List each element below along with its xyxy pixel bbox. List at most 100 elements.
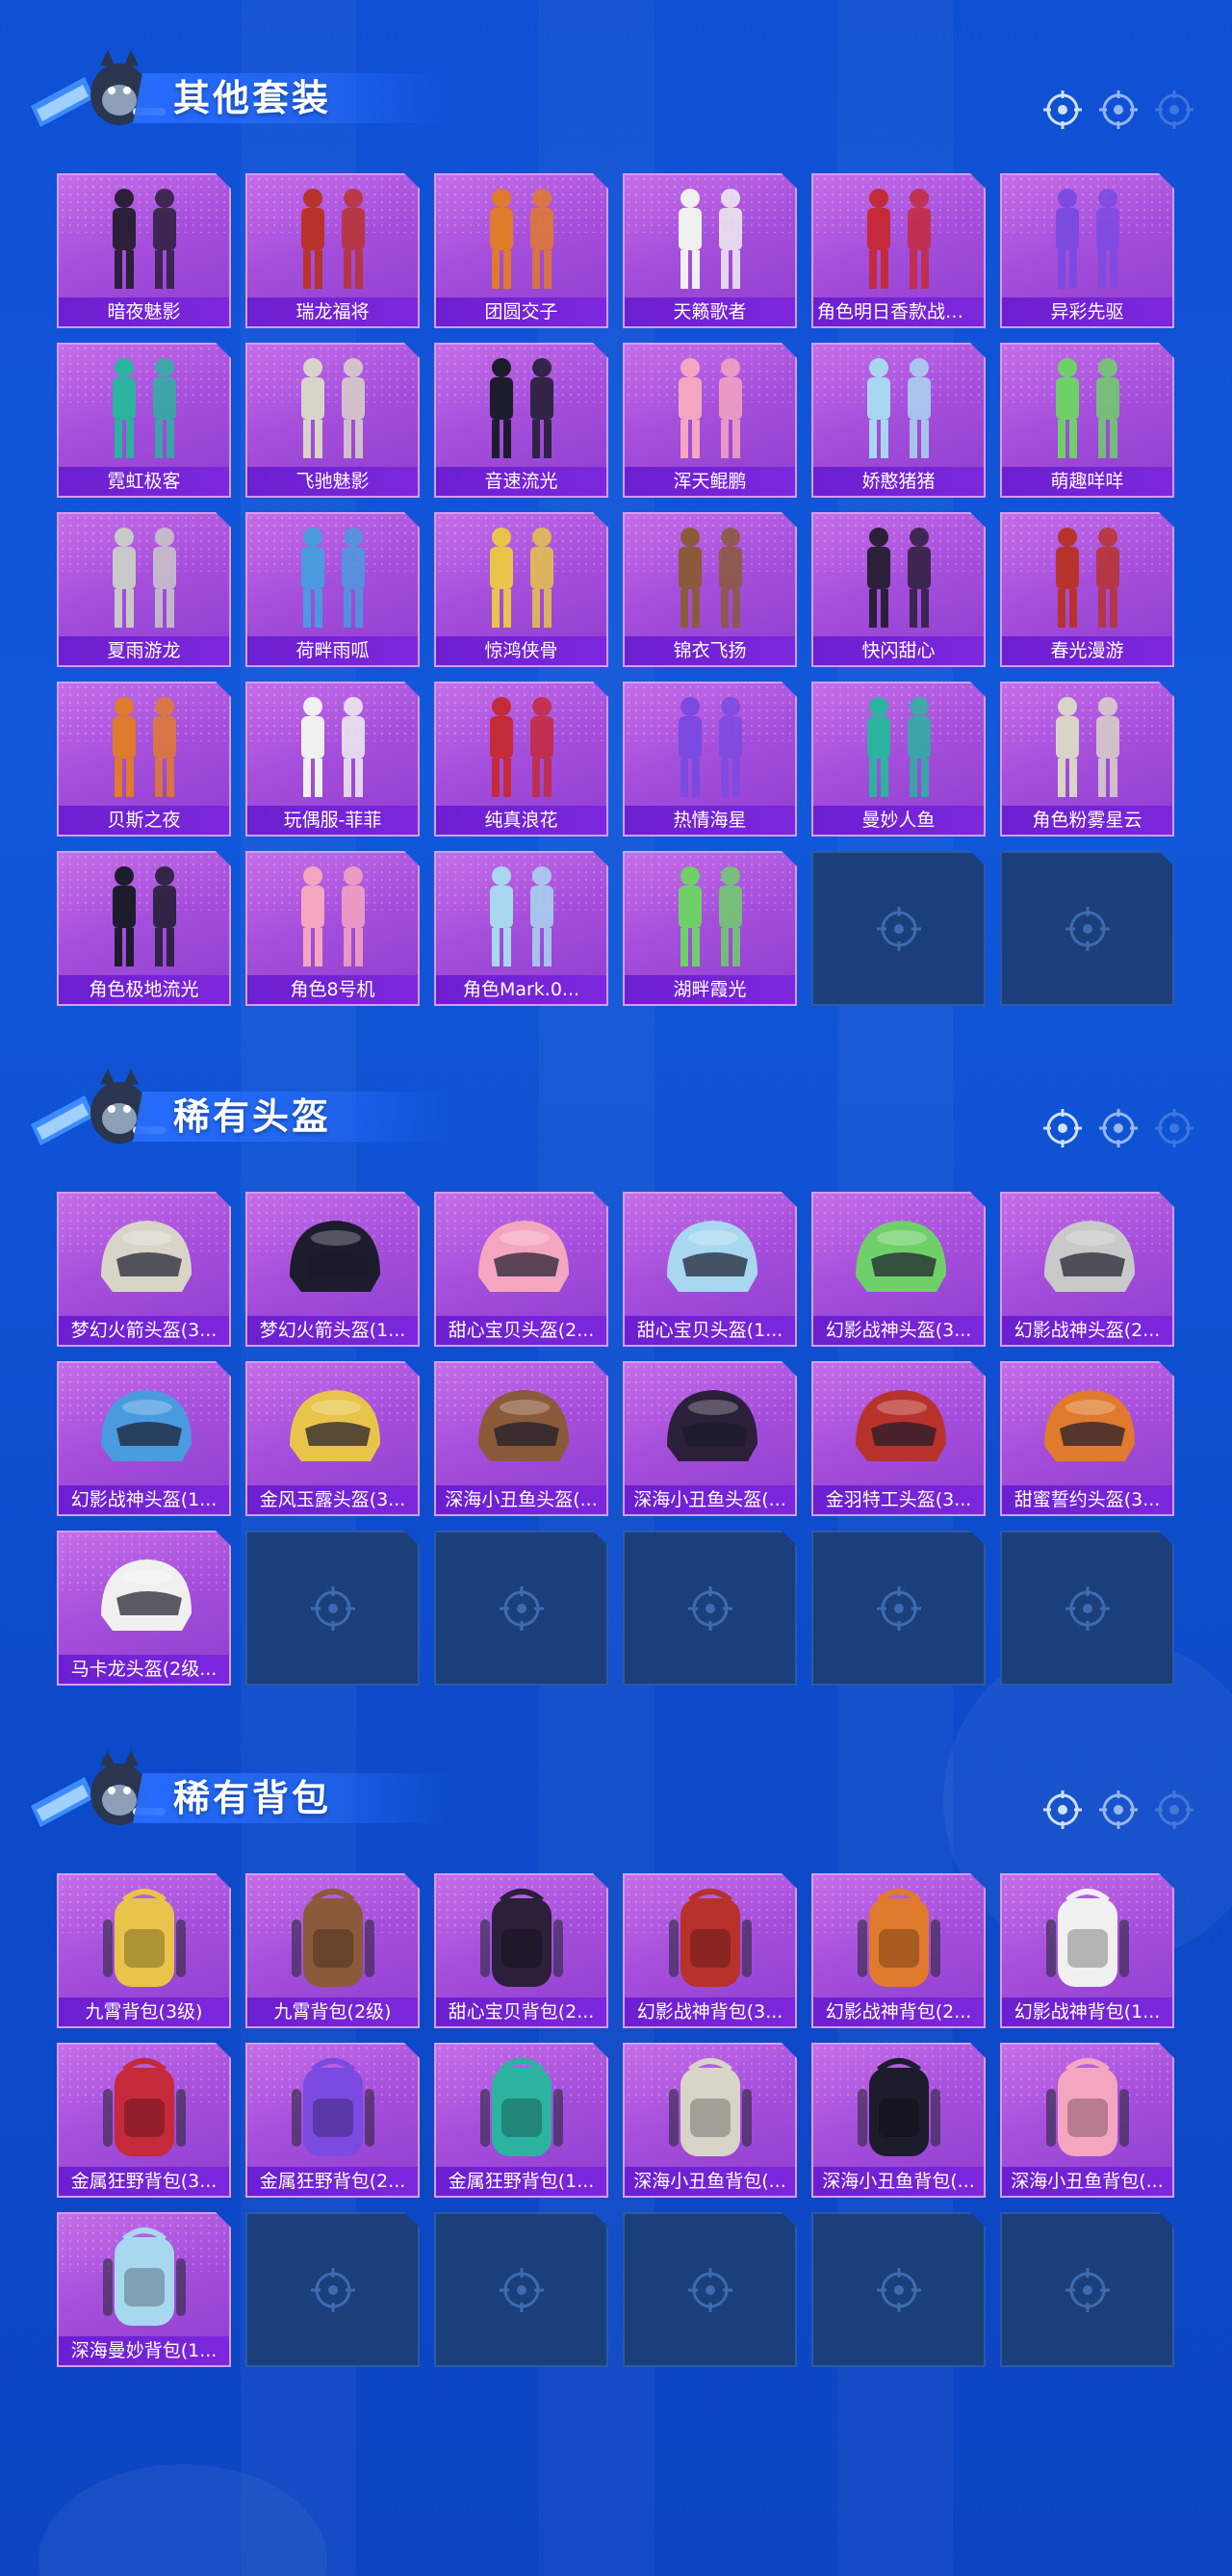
reticle-decoration <box>1041 1107 1195 1149</box>
item-card[interactable]: 金属狂野背包(3... <box>57 2043 231 2198</box>
item-card[interactable]: 深海小丑鱼头盔(... <box>434 1361 608 1516</box>
item-name: 深海小丑鱼头盔(... <box>625 1485 795 1514</box>
backpack-image <box>451 2050 592 2168</box>
section-title: 稀有背包 <box>173 1777 332 1819</box>
outfit-image <box>263 181 403 298</box>
section-header: 稀有背包 <box>27 1739 1220 1844</box>
item-card[interactable]: 锦衣飞扬 <box>623 512 797 667</box>
item-card[interactable]: 深海小丑鱼背包(... <box>623 2043 797 2198</box>
helmet-image <box>263 1199 403 1317</box>
item-card[interactable]: 九霄背包(3级) <box>57 1873 231 2028</box>
item-card[interactable]: 霓虹极客 <box>57 343 231 498</box>
empty-slot <box>434 2212 608 2367</box>
crosshair-icon <box>497 2265 547 2315</box>
outfit-image <box>1017 350 1158 468</box>
item-card[interactable]: 梦幻火箭头盔(1... <box>245 1192 420 1347</box>
backpack-image <box>74 2220 215 2337</box>
item-card[interactable]: 团圆交子 <box>434 173 608 328</box>
item-card[interactable]: 玩偶服-菲菲 <box>245 682 420 837</box>
item-name: 金属狂野背包(2... <box>247 2167 418 2196</box>
item-name: 马卡龙头盔(2级... <box>59 1655 229 1684</box>
backpack-image <box>263 1881 403 1998</box>
item-card[interactable]: 幻影战神背包(1... <box>1000 1873 1174 2028</box>
item-name: 甜蜜誓约头盔(3... <box>1002 1485 1172 1514</box>
item-card[interactable]: 春光漫游 <box>1000 512 1174 667</box>
item-name: 萌趣咩咩 <box>1002 467 1172 496</box>
item-card[interactable]: 纯真浪花 <box>434 682 608 837</box>
item-name: 快闪甜心 <box>813 636 984 665</box>
item-card[interactable]: 天籁歌者 <box>623 173 797 328</box>
outfit-image <box>829 520 969 637</box>
item-card[interactable]: 异彩先驱 <box>1000 173 1174 328</box>
crosshair-icon <box>497 1584 547 1634</box>
item-card[interactable]: 湖畔霞光 <box>623 851 797 1006</box>
item-card[interactable]: 深海小丑鱼背包(... <box>1000 2043 1174 2198</box>
item-card[interactable]: 角色极地流光 <box>57 851 231 1006</box>
item-card[interactable]: 金风玉露头盔(3... <box>245 1361 420 1516</box>
item-name: 幻影战神头盔(1... <box>59 1485 229 1514</box>
item-card[interactable]: 曼妙人鱼 <box>811 682 986 837</box>
item-card[interactable]: 幻影战神头盔(1... <box>57 1361 231 1516</box>
outfit-image <box>829 181 969 298</box>
item-card[interactable]: 幻影战神头盔(3... <box>811 1192 986 1347</box>
backpack-image <box>74 2050 215 2168</box>
empty-slot <box>811 2212 986 2367</box>
item-card[interactable]: 萌趣咩咩 <box>1000 343 1174 498</box>
item-card[interactable]: 角色8号机 <box>245 851 420 1006</box>
item-card[interactable]: 甜心宝贝头盔(1... <box>623 1192 797 1347</box>
item-card[interactable]: 深海小丑鱼背包(... <box>811 2043 986 2198</box>
item-name: 夏雨游龙 <box>59 636 229 665</box>
item-grid: 梦幻火箭头盔(3... 梦幻火箭头盔(1... 甜心宝贝头盔(2... 甜心宝贝… <box>57 1192 1174 1686</box>
outfit-image <box>451 181 592 298</box>
item-card[interactable]: 飞驰魅影 <box>245 343 420 498</box>
item-card[interactable]: 金属狂野背包(1... <box>434 2043 608 2198</box>
item-card[interactable]: 角色明日香款战斗... <box>811 173 986 328</box>
item-card[interactable]: 角色粉雾星云 <box>1000 682 1174 837</box>
item-card[interactable]: 金羽特工头盔(3... <box>811 1361 986 1516</box>
empty-slot <box>1000 851 1174 1006</box>
item-card[interactable]: 甜心宝贝背包(2... <box>434 1873 608 2028</box>
helmet-image <box>451 1369 592 1486</box>
outfit-image <box>640 181 781 298</box>
item-name: 甜心宝贝头盔(2... <box>436 1316 606 1345</box>
item-card[interactable]: 深海小丑鱼头盔(... <box>623 1361 797 1516</box>
crosshair-icon <box>1063 2265 1113 2315</box>
item-card[interactable]: 九霄背包(2级) <box>245 1873 420 2028</box>
item-name: 九霄背包(2级) <box>247 1997 418 2026</box>
item-card[interactable]: 音速流光 <box>434 343 608 498</box>
item-name: 热情海星 <box>625 806 795 835</box>
item-name: 幻影战神背包(2... <box>813 1997 984 2026</box>
item-card[interactable]: 幻影战神头盔(2... <box>1000 1192 1174 1347</box>
item-card[interactable]: 角色Mark.0... <box>434 851 608 1006</box>
item-name: 幻影战神头盔(2... <box>1002 1316 1172 1345</box>
item-card[interactable]: 梦幻火箭头盔(3... <box>57 1192 231 1347</box>
item-card[interactable]: 幻影战神背包(2... <box>811 1873 986 2028</box>
empty-slot <box>623 2212 797 2367</box>
item-card[interactable]: 马卡龙头盔(2级... <box>57 1531 231 1686</box>
reticle-icon <box>1155 1790 1194 1829</box>
item-card[interactable]: 金属狂野背包(2... <box>245 2043 420 2198</box>
item-card[interactable]: 热情海星 <box>623 682 797 837</box>
item-card[interactable]: 快闪甜心 <box>811 512 986 667</box>
backpack-image <box>1017 1881 1158 1998</box>
item-card[interactable]: 娇憨猪猪 <box>811 343 986 498</box>
section-title: 其他套装 <box>173 77 332 119</box>
item-card[interactable]: 贝斯之夜 <box>57 682 231 837</box>
item-card[interactable]: 惊鸿侠骨 <box>434 512 608 667</box>
backpack-image <box>74 1881 215 1998</box>
item-name: 深海小丑鱼背包(... <box>1002 2167 1172 2196</box>
reticle-icon <box>1043 1790 1082 1829</box>
reticle-icon <box>1155 1109 1194 1147</box>
outfit-image <box>1017 181 1158 298</box>
item-card[interactable]: 幻影战神背包(3... <box>623 1873 797 2028</box>
item-card[interactable]: 荷畔雨呱 <box>245 512 420 667</box>
item-card[interactable]: 甜心宝贝头盔(2... <box>434 1192 608 1347</box>
item-card[interactable]: 夏雨游龙 <box>57 512 231 667</box>
backpack-image <box>1017 2050 1158 2168</box>
item-card[interactable]: 瑞龙福将 <box>245 173 420 328</box>
item-card[interactable]: 深海曼妙背包(1... <box>57 2212 231 2367</box>
item-card[interactable]: 甜蜜誓约头盔(3... <box>1000 1361 1174 1516</box>
item-name: 春光漫游 <box>1002 636 1172 665</box>
item-card[interactable]: 浑天鲲鹏 <box>623 343 797 498</box>
item-card[interactable]: 暗夜魅影 <box>57 173 231 328</box>
